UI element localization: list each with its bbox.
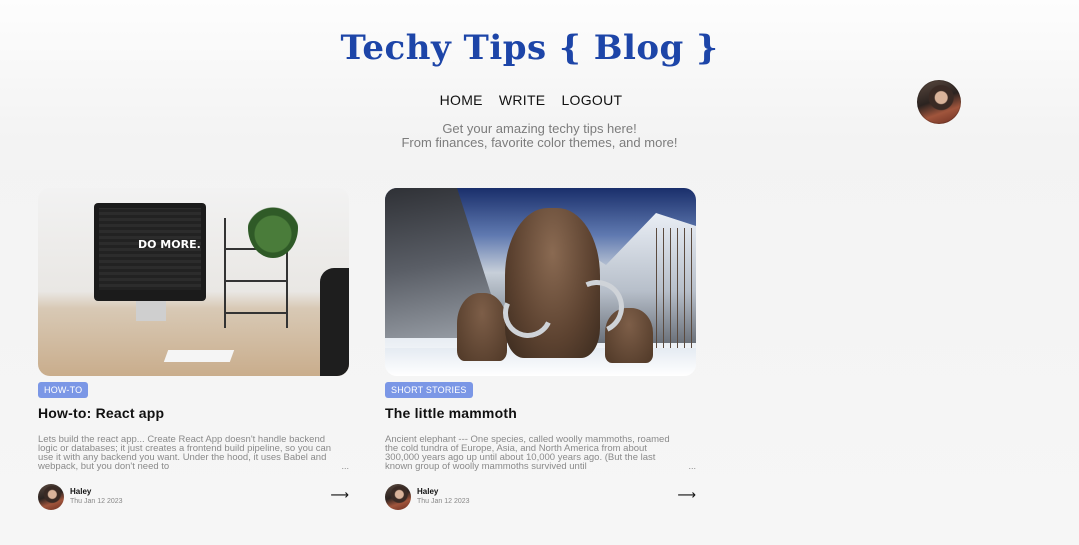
right-arrow-icon[interactable]: ⟶ — [677, 488, 696, 503]
tagline-line-1: Get your amazing techy tips here! — [442, 121, 637, 136]
trees-decoration — [650, 228, 696, 368]
monitor-graphic: DO MORE. — [94, 203, 206, 301]
monitor-text: DO MORE. — [138, 238, 201, 251]
nav-home-link[interactable]: HOME — [440, 92, 483, 108]
post-card: DO MORE. HOW-TO How-to: React app Lets b… — [38, 188, 349, 510]
profile-avatar[interactable] — [917, 80, 961, 124]
post-excerpt-text: Lets build the react app... Create React… — [38, 435, 332, 471]
top-nav: HOME WRITE LOGOUT — [0, 92, 1062, 108]
right-arrow-icon[interactable]: ⟶ — [330, 488, 349, 503]
post-footer: Haley Thu Jan 12 2023 ⟶ — [38, 484, 349, 510]
author-name: Haley — [70, 487, 92, 496]
tagline: Get your amazing techy tips here! From f… — [0, 122, 1079, 150]
post-title[interactable]: The little mammoth — [385, 405, 696, 421]
post-excerpt: Ancient elephant --- One species, called… — [385, 435, 696, 471]
author-avatar — [38, 484, 64, 510]
nav-logout-link[interactable]: LOGOUT — [561, 92, 622, 108]
plant-decoration — [248, 198, 298, 258]
tagline-line-2: From finances, favorite color themes, an… — [401, 135, 678, 150]
post-title[interactable]: How-to: React app — [38, 405, 349, 421]
post-date: Thu Jan 12 2023 — [417, 498, 470, 505]
category-tag[interactable]: SHORT STORIES — [385, 382, 473, 398]
post-footer: Haley Thu Jan 12 2023 ⟶ — [385, 484, 696, 510]
mammoth-small-left — [457, 293, 507, 361]
author-name: Haley — [417, 487, 439, 496]
post-card: SHORT STORIES The little mammoth Ancient… — [385, 188, 696, 510]
post-date: Thu Jan 12 2023 — [70, 498, 123, 505]
excerpt-ellipsis: ... — [341, 461, 349, 471]
post-image-desk[interactable]: DO MORE. — [38, 188, 349, 376]
author-avatar — [385, 484, 411, 510]
page: Techy Tips { Blog } HOME WRITE LOGOUT Ge… — [0, 0, 1079, 545]
keyboard-graphic — [163, 350, 235, 362]
chair-graphic — [320, 268, 349, 376]
post-image-mammoth[interactable] — [385, 188, 696, 376]
post-excerpt: Lets build the react app... Create React… — [38, 435, 349, 471]
category-tag[interactable]: HOW-TO — [38, 382, 89, 398]
nav-write-link[interactable]: WRITE — [499, 92, 546, 108]
excerpt-ellipsis: ... — [688, 461, 696, 471]
monitor-stand — [136, 301, 166, 321]
post-excerpt-text: Ancient elephant --- One species, called… — [385, 435, 670, 471]
blog-title: Techy Tips { Blog } — [340, 28, 719, 68]
